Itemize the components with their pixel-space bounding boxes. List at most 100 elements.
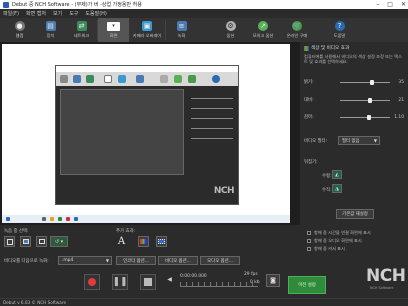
captured-bottom: NCH — [56, 178, 238, 204]
audio-options-button[interactable]: 오디오 옵션... — [200, 256, 240, 265]
speaker-icon: ◀ — [167, 276, 172, 283]
captured-preview — [60, 89, 184, 175]
contrast-row: 대비: 21 — [304, 96, 404, 104]
text-effect-button[interactable]: A — [116, 236, 127, 247]
thumb-line — [191, 138, 233, 139]
pause-button[interactable]: ❚❚ — [112, 274, 128, 290]
nch-sub-label: NCH Software — [370, 286, 394, 290]
menu-help[interactable]: 도움말(H) — [85, 10, 106, 17]
pause-icon: ❚❚ — [112, 277, 128, 287]
taskbar-icon — [58, 217, 62, 221]
checkbox-row[interactable]: 항해 중 커서 표시 — [307, 246, 345, 252]
brightness-slider[interactable] — [340, 79, 390, 85]
window-controls: – □ ✕ — [376, 1, 406, 8]
menu-capture[interactable]: 화면 캡처 — [26, 10, 46, 17]
record-button[interactable] — [84, 274, 100, 290]
slider-knob[interactable] — [368, 97, 372, 103]
toolbar-share[interactable]: ↗ 모의고 옵션 — [246, 18, 280, 42]
minimize-button[interactable]: – — [376, 1, 379, 8]
network-icon: ⇄ — [76, 21, 87, 31]
thumb-icon — [160, 75, 168, 83]
encoder-options-button[interactable]: 인코더 옵션... — [116, 256, 156, 265]
video-effect-button[interactable] — [156, 236, 167, 247]
flip-vertical-button[interactable]: ◮ — [332, 184, 342, 193]
toolbar-device[interactable]: ▤ 장치 — [35, 18, 66, 42]
record-list-icon: ≡ — [176, 21, 187, 31]
reset-defaults-button[interactable]: 기본값 재설정 — [336, 209, 374, 219]
capture-area-dropdown[interactable]: ↺ ▾ — [50, 236, 68, 247]
thumb-icon — [73, 75, 81, 83]
file-size: 0 kb — [250, 280, 260, 285]
toolbar-screen[interactable]: ▾ 화면 — [98, 18, 129, 42]
stop-button[interactable] — [140, 274, 156, 290]
status-bar: Debut v 6.03 © NCH Software — [0, 298, 408, 306]
fullscreen-button[interactable] — [4, 236, 15, 247]
record-icon — [88, 278, 96, 286]
gamma-slider[interactable] — [340, 114, 390, 120]
toolbar-options[interactable]: ⚙ 옵션 — [215, 18, 246, 42]
volume-button[interactable]: ◀ — [165, 275, 174, 284]
screenshot-button[interactable]: ◙ — [266, 274, 280, 287]
help-icon: ? — [334, 21, 345, 31]
color-effects-icon — [304, 45, 309, 51]
taskbar-icon — [6, 217, 10, 221]
text-icon: A — [117, 236, 126, 247]
slider-knob[interactable] — [370, 79, 374, 85]
flip-vertical-label: 수직: — [322, 188, 332, 193]
record-settings-button[interactable]: 이전 설정 — [288, 276, 326, 294]
checkbox[interactable] — [307, 231, 311, 235]
format-select[interactable]: .mp4 ▼ — [58, 256, 112, 265]
captured-window-thumbnail: NCH — [55, 65, 239, 205]
bottom-controls: 녹음 중 선택: ↺ ▾ 추가 효과: A 비디오를 다음으로 녹화: .mp4… — [0, 225, 300, 306]
color-effect-button[interactable] — [138, 236, 149, 247]
stop-icon — [144, 278, 152, 286]
taskbar-icon — [50, 217, 54, 221]
screen-icon: ▾ — [107, 21, 120, 31]
toolbar-network[interactable]: ⇄ 네트워크 — [66, 18, 97, 42]
thumb-line — [191, 118, 233, 119]
thumb-icon — [86, 75, 94, 83]
toolbar-camera-overlay[interactable]: ▣ 카메라 오버레이 — [129, 18, 165, 42]
checkbox-row[interactable]: 항해 중 오디오 화면에 표시 — [307, 238, 362, 244]
menu-file[interactable]: 파일(F) — [3, 10, 19, 17]
toolbar-buy-online[interactable]: 🛒 온라인 구매 — [280, 18, 314, 42]
window-icon — [22, 239, 29, 244]
captured-side-panel — [188, 89, 236, 189]
screen-preview: NCH — [2, 44, 290, 223]
menu-view[interactable]: 보기 — [53, 10, 62, 17]
close-button[interactable]: ✕ — [401, 1, 406, 8]
thumb-icon — [212, 75, 220, 83]
flip-label: 뒤집기: — [304, 160, 318, 165]
record-format-label: 비디오를 다음으로 녹화: — [4, 259, 49, 264]
thumb-line — [191, 128, 233, 129]
taskbar-icon — [42, 217, 46, 221]
window-title: Debut 중 NCH Software - (무제)가 버 -상업 가정용만 … — [12, 2, 142, 8]
region-capture-button[interactable] — [36, 236, 47, 247]
contrast-slider[interactable] — [340, 97, 390, 103]
brightness-value: 35 — [398, 79, 404, 85]
nch-logo: NCH — [366, 266, 406, 286]
thumb-icon — [118, 75, 126, 83]
toolbar-webcam[interactable]: ● 웹캠 — [4, 18, 35, 42]
fps-value: 29 fps — [244, 272, 258, 277]
slider-knob[interactable] — [367, 114, 371, 120]
app-icon — [3, 1, 9, 8]
checkbox[interactable] — [307, 239, 311, 243]
video-options-button[interactable]: 비디오 옵션... — [158, 256, 198, 265]
checkbox-row[interactable]: 항해 중 시간을 연결 화면에 표시 — [307, 230, 371, 236]
window-capture-button[interactable] — [20, 236, 31, 247]
thumb-line — [191, 98, 233, 99]
video-filter-select[interactable]: 필터 없음 ▼ — [338, 136, 380, 145]
captured-toolbar — [56, 72, 238, 86]
captured-taskbar — [2, 215, 290, 223]
maximize-button[interactable]: □ — [387, 1, 393, 8]
flip-horizontal-button[interactable]: ◭ — [332, 170, 342, 179]
menu-tools[interactable]: 도구 — [69, 10, 78, 17]
brightness-label: 밝기: — [304, 80, 314, 85]
toolbar-help[interactable]: ? 도움말 — [324, 18, 355, 42]
region-icon — [38, 239, 45, 244]
menu-bar: 파일(F) 화면 캡처 보기 도구 도움말(H) — [0, 9, 408, 18]
toolbar-recordings[interactable]: ≡ 녹화 — [166, 18, 197, 42]
thumb-icon — [174, 75, 182, 83]
checkbox[interactable] — [307, 247, 311, 251]
